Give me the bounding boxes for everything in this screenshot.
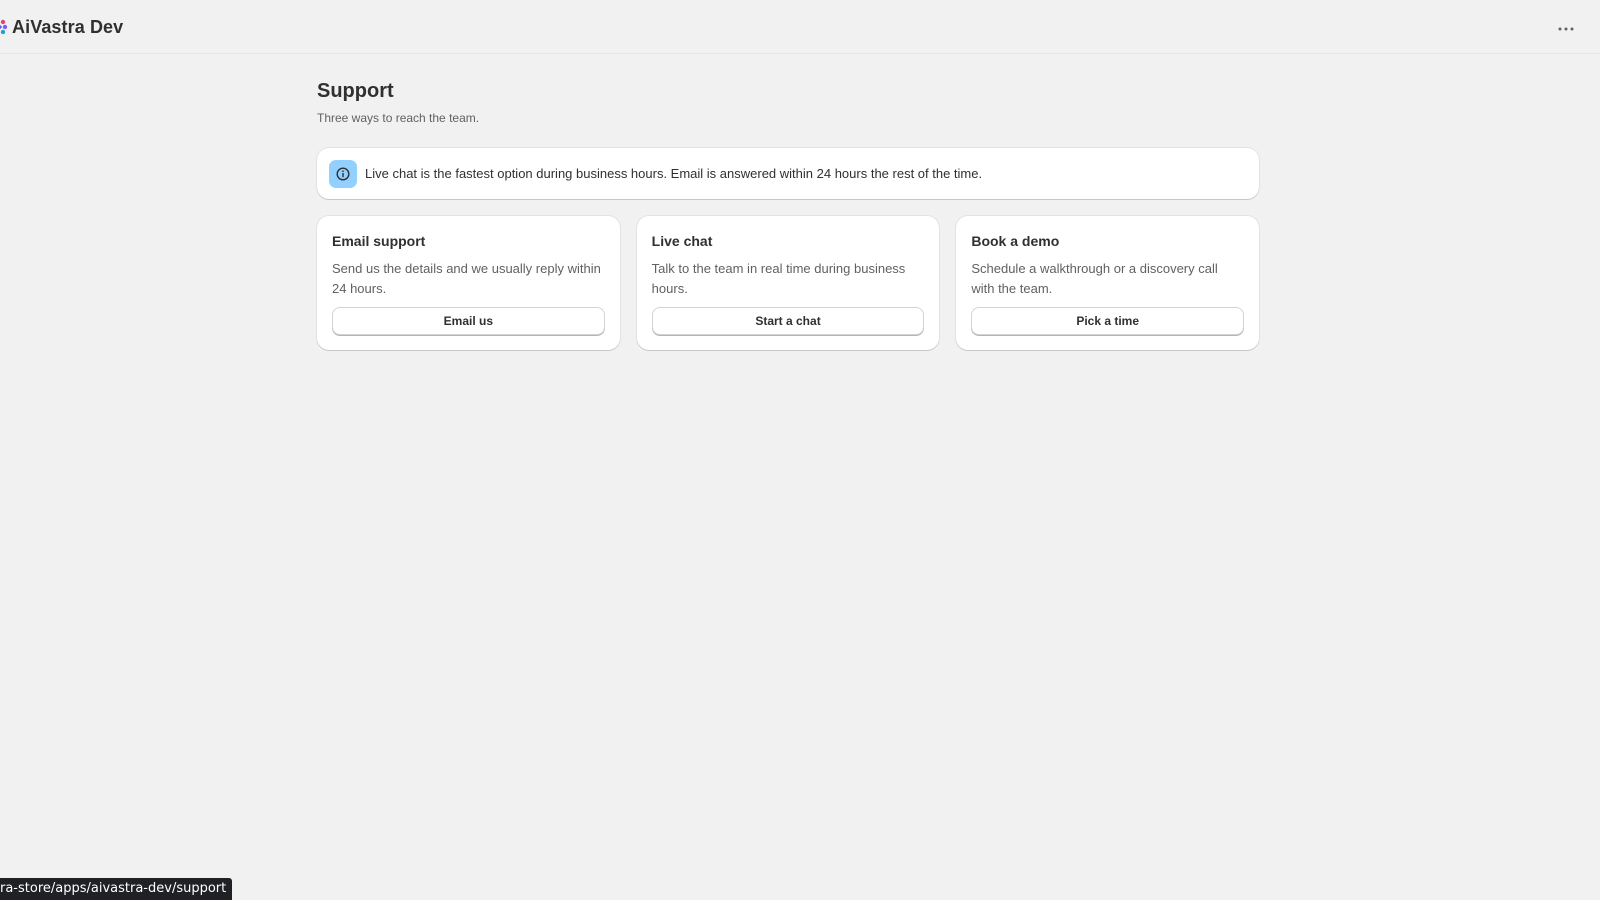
app-header: AiVastra Dev bbox=[0, 0, 1600, 54]
info-banner: Live chat is the fastest option during b… bbox=[317, 148, 1259, 199]
status-bar-url: ra-store/apps/aivastra-dev/support bbox=[0, 878, 233, 900]
card-book-demo: Book a demo Schedule a walkthrough or a … bbox=[956, 216, 1260, 350]
banner-text: Live chat is the fastest option during b… bbox=[365, 166, 983, 181]
pick-time-button[interactable]: Pick a time bbox=[971, 307, 1245, 335]
app-title: AiVastra Dev bbox=[12, 17, 124, 37]
more-horizontal-icon bbox=[1558, 18, 1574, 36]
main-content: Support Three ways to reach the team. Li… bbox=[317, 80, 1260, 350]
card-title: Live chat bbox=[651, 233, 713, 249]
card-title: Book a demo bbox=[971, 233, 1060, 249]
page-subtitle: Three ways to reach the team. bbox=[317, 111, 480, 125]
card-title: Email support bbox=[332, 233, 426, 249]
aivastra-logo-icon bbox=[0, 19, 8, 35]
page-title: Support bbox=[317, 80, 394, 102]
card-description: Talk to the team in real time during bus… bbox=[651, 261, 906, 296]
card-email-support: Email support Send us the details and we… bbox=[317, 216, 620, 350]
start-chat-button[interactable]: Start a chat bbox=[651, 307, 925, 335]
card-live-chat: Live chat Talk to the team in real time … bbox=[636, 216, 940, 350]
email-us-button[interactable]: Email us bbox=[332, 307, 605, 335]
card-description: Send us the details and we usually reply… bbox=[332, 261, 601, 296]
info-icon bbox=[329, 159, 357, 188]
card-description: Schedule a walkthrough or a discovery ca… bbox=[971, 261, 1218, 296]
support-options: Email support Send us the details and we… bbox=[317, 216, 1260, 350]
more-actions-button[interactable] bbox=[1554, 16, 1578, 38]
